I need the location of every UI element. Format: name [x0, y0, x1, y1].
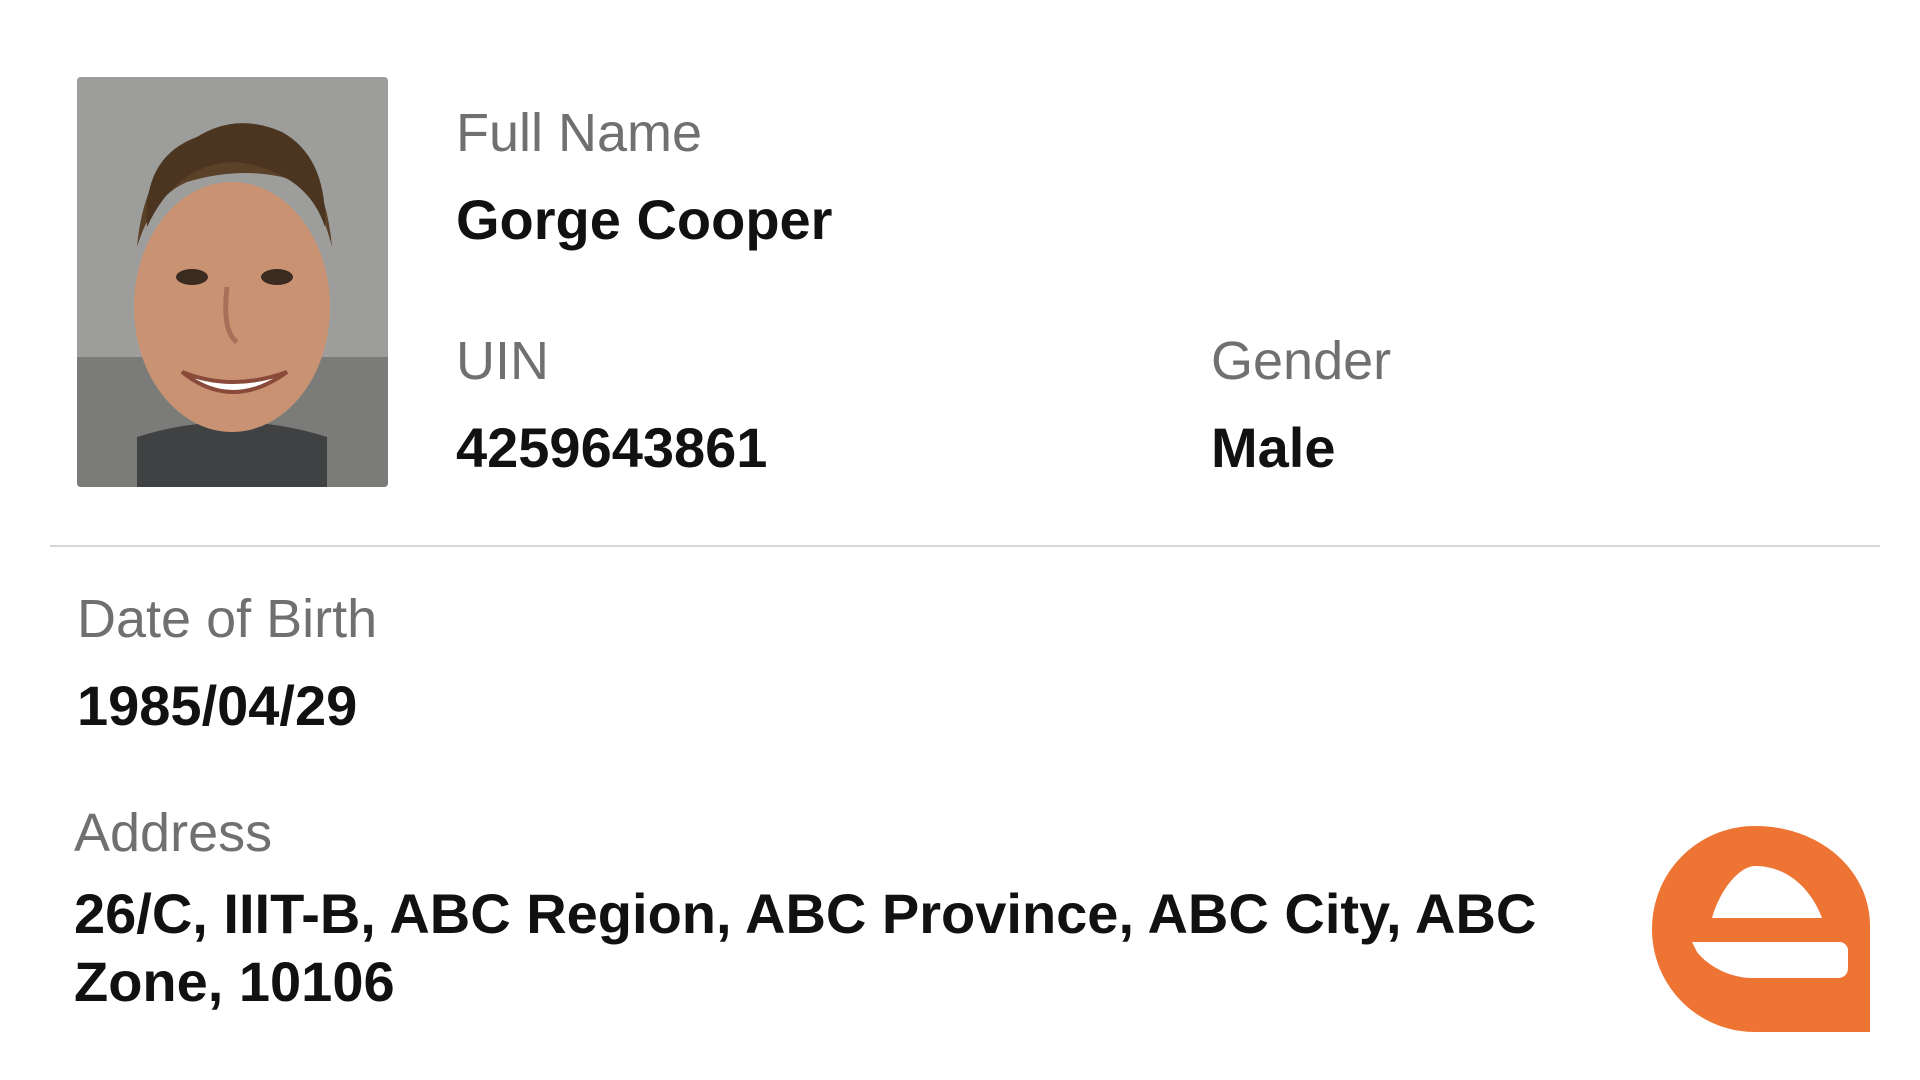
gender-label: Gender	[1211, 331, 1392, 391]
full-name-value: Gorge Cooper	[456, 188, 833, 251]
address-label: Address	[74, 803, 273, 863]
section-divider	[50, 545, 1880, 547]
id-card: Full Name Gorge Cooper UIN 4259643861 Ge…	[0, 0, 1920, 1080]
dob-value: 1985/04/29	[77, 674, 358, 737]
dob-label: Date of Birth	[77, 589, 378, 649]
brand-logo-icon	[1652, 826, 1870, 1032]
profile-photo	[77, 77, 388, 487]
full-name-label: Full Name	[456, 103, 703, 163]
uin-value: 4259643861	[456, 416, 768, 479]
gender-value: Male	[1211, 416, 1336, 479]
address-value: 26/C, IIIT-B, ABC Region, ABC Province, …	[74, 882, 1537, 1013]
uin-label: UIN	[456, 331, 549, 391]
profile-photo-image	[77, 77, 388, 487]
